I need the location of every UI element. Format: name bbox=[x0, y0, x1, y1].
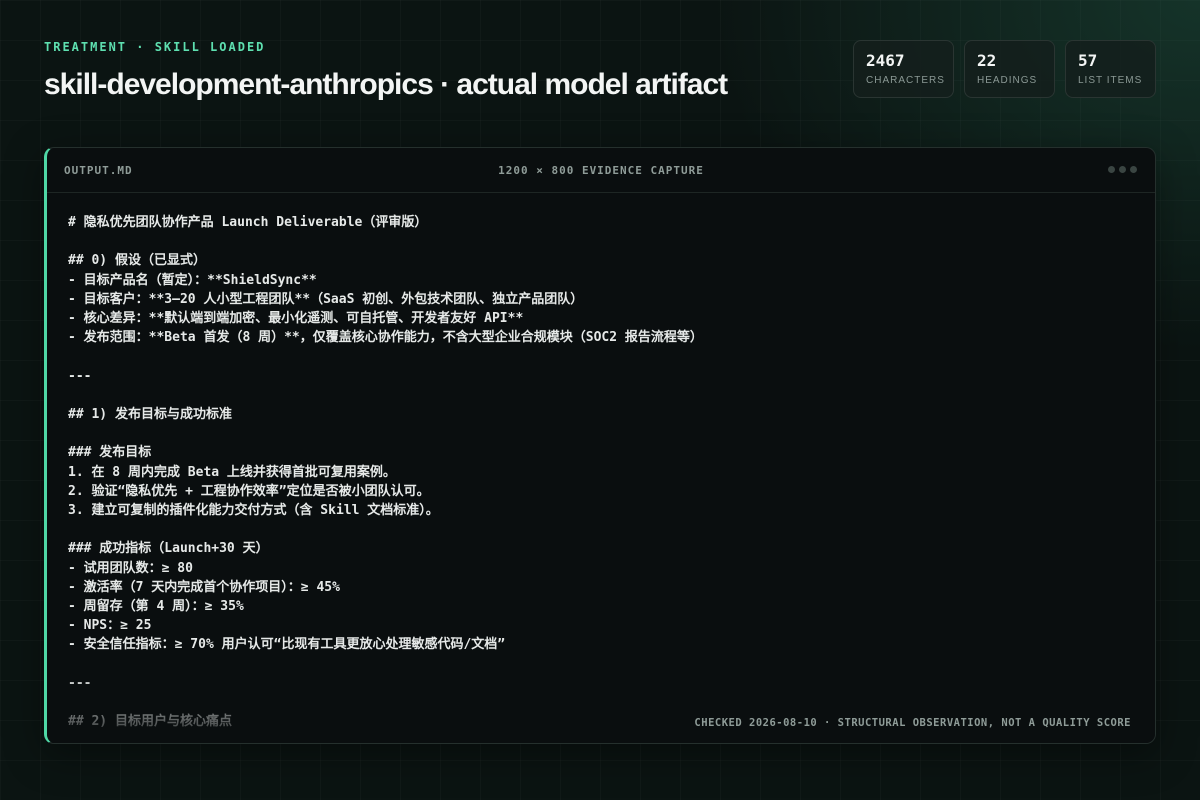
bottom-fade bbox=[47, 673, 1155, 743]
stat-card-list-items: 57 LIST ITEMS bbox=[1065, 40, 1156, 98]
stat-label: HEADINGS bbox=[977, 75, 1038, 86]
stats-row: 2467 CHARACTERS 22 HEADINGS 57 LIST ITEM… bbox=[853, 40, 1156, 98]
capture-label: 1200 × 800 EVIDENCE CAPTURE bbox=[498, 164, 704, 177]
output-window: OUTPUT.MD 1200 × 800 EVIDENCE CAPTURE # … bbox=[44, 147, 1156, 744]
stat-card-headings: 22 HEADINGS bbox=[964, 40, 1055, 98]
stat-value: 22 bbox=[977, 51, 997, 70]
stat-value: 57 bbox=[1078, 51, 1098, 70]
stat-card-characters: 2467 CHARACTERS bbox=[853, 40, 954, 98]
window-dots-icon[interactable] bbox=[1108, 166, 1137, 173]
markdown-viewport[interactable]: # 隐私优先团队协作产品 Launch Deliverable（评审版） ## … bbox=[47, 192, 1155, 743]
dot-icon bbox=[1130, 166, 1137, 173]
stat-label: LIST ITEMS bbox=[1078, 75, 1143, 86]
eyebrow-label: TREATMENT · SKILL LOADED bbox=[44, 40, 266, 54]
stat-value: 2467 bbox=[866, 51, 905, 70]
stat-label: CHARACTERS bbox=[866, 75, 945, 86]
dot-icon bbox=[1108, 166, 1115, 173]
window-title-bar: OUTPUT.MD 1200 × 800 EVIDENCE CAPTURE bbox=[47, 148, 1155, 193]
footer-note: CHECKED 2026-08-10 · STRUCTURAL OBSERVAT… bbox=[694, 717, 1131, 729]
page-title: skill-development-anthropics · actual mo… bbox=[44, 68, 728, 101]
markdown-content: # 隐私优先团队协作产品 Launch Deliverable（评审版） ## … bbox=[68, 215, 703, 729]
dot-icon bbox=[1119, 166, 1126, 173]
